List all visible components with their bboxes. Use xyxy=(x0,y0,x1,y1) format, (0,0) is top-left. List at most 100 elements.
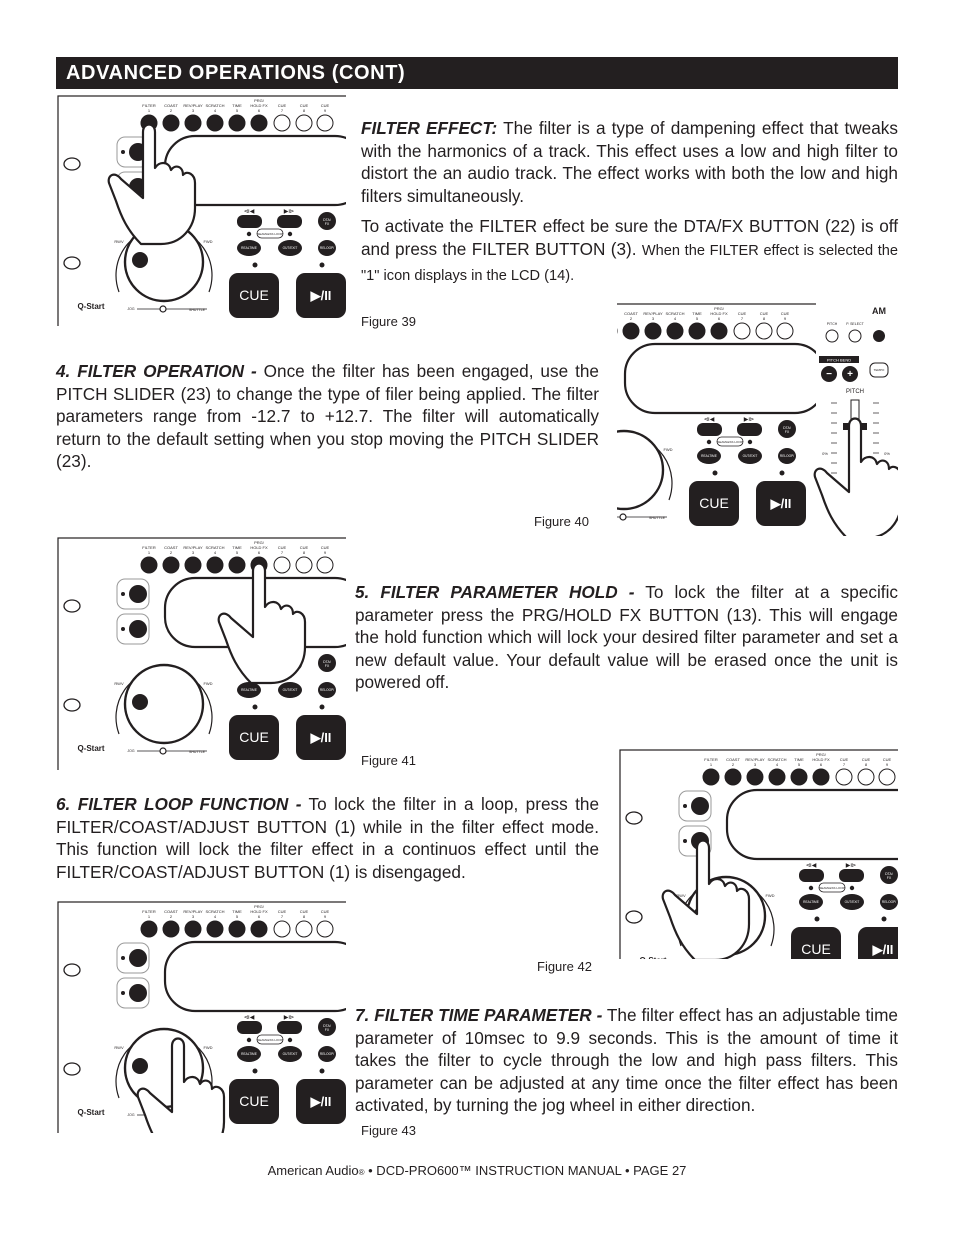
jog-wheel xyxy=(617,429,665,511)
dta-fx-label: FX xyxy=(785,430,790,434)
top-button xyxy=(184,114,202,132)
top-button xyxy=(140,920,158,938)
pitch-button xyxy=(825,329,839,343)
top-button xyxy=(295,114,313,132)
button-number: 8 xyxy=(303,914,306,919)
shuttle-label: SHUTTLE xyxy=(649,516,666,520)
button-number: 9 xyxy=(784,316,787,321)
mounting-hole xyxy=(63,1062,81,1076)
led-dot xyxy=(747,439,753,445)
memory-button xyxy=(129,949,147,967)
top-button xyxy=(273,920,291,938)
top-button xyxy=(273,556,291,574)
button-number: 5 xyxy=(236,914,239,919)
button-number: 3 xyxy=(192,914,195,919)
button-number: 7 xyxy=(843,762,846,767)
top-button xyxy=(812,768,830,786)
seamless-loop-label: SEAMLESS LOOP xyxy=(819,886,844,890)
in-realtime-label: REALTIME xyxy=(803,900,819,904)
jog-wheel-dot xyxy=(132,252,148,268)
cue-label: CUE xyxy=(699,495,729,511)
led-dot xyxy=(287,231,293,237)
button-number: 9 xyxy=(324,108,327,113)
top-button xyxy=(710,322,728,340)
button-number: 2 xyxy=(170,914,173,919)
rwv-label: RWV xyxy=(114,239,124,244)
play-pause-label: ▶/II xyxy=(310,730,332,745)
fwd-label: FWD xyxy=(203,239,212,244)
device-panel-drawing: FILTER1COAST2REV/PLAY3SCRATCH4TIME5PRG/H… xyxy=(57,537,346,770)
pointing-hand-icon xyxy=(661,839,751,959)
figure-39-caption: Figure 39 xyxy=(361,314,416,329)
button-number: 1 xyxy=(710,762,713,767)
top-button xyxy=(250,114,268,132)
top-button xyxy=(746,768,764,786)
lcd-display xyxy=(725,788,898,861)
figure-42-caption: Figure 42 xyxy=(537,959,592,974)
dta-fx-label: FX xyxy=(887,876,892,880)
jog-shuttle-switch xyxy=(619,513,627,521)
top-button xyxy=(316,920,334,938)
button-number: 7 xyxy=(741,316,744,321)
device-panel: FILTER1COAST2REV/PLAY3SCRATCH4TIME5PRG/H… xyxy=(617,303,839,536)
led-dot xyxy=(252,262,258,268)
device-panel-drawing: FILTER1COAST2REV/PLAY3SCRATCH4TIME5PRG/H… xyxy=(619,749,898,959)
top-button xyxy=(316,114,334,132)
play-pause-label: ▶/II xyxy=(310,1094,332,1109)
figure-43-illustration: FILTER 1 COAST 2 REV/PLAY 3 SCRATCH 4 TIME 5 PRG/H… xyxy=(57,901,346,1133)
button-number: 9 xyxy=(886,762,889,767)
out-exit-label: OUT/EXIT xyxy=(283,688,298,692)
play-pause-label: ▶/II xyxy=(770,496,792,511)
top-button xyxy=(768,768,786,786)
top-button xyxy=(644,322,662,340)
filter-effect-heading: FILTER EFFECT: xyxy=(361,118,498,138)
led-dot xyxy=(319,1068,325,1074)
button-number: 8 xyxy=(303,550,306,555)
top-button xyxy=(316,556,334,574)
led-dot xyxy=(121,150,125,154)
button-number: 7 xyxy=(281,550,284,555)
prev-track-button xyxy=(697,423,722,436)
top-button xyxy=(206,920,224,938)
button-number: 5 xyxy=(236,108,239,113)
button-number: 4 xyxy=(214,108,217,113)
top-button xyxy=(228,556,246,574)
shuttle-label: SHUTTLE xyxy=(189,750,206,754)
button-number: 2 xyxy=(170,108,173,113)
seamless-loop-label: SEAMLESS LOOP xyxy=(257,1038,282,1042)
filter-time-parameter-heading: 7. FILTER TIME PARAMETER - xyxy=(355,1005,603,1025)
button-number: 3 xyxy=(192,550,195,555)
figure-40-illustration: FILTER1COAST2REV/PLAY3SCRATCH4TIME5PRG/H… xyxy=(617,303,898,536)
footer-text: • DCD-PRO600™ INSTRUCTION MANUAL • PAGE … xyxy=(364,1163,687,1178)
filter-effect-section: FILTER EFFECT: The filter is a type of d… xyxy=(361,117,898,295)
memory-button xyxy=(129,585,147,603)
filter-operation-section: 4. FILTER OPERATION - Once the filter ha… xyxy=(56,360,599,481)
jog-wheel-dot xyxy=(132,1058,148,1074)
mounting-hole xyxy=(625,910,643,924)
mounting-hole xyxy=(625,811,643,825)
mounting-hole xyxy=(63,157,81,171)
lcd-display xyxy=(623,342,827,415)
mounting-hole xyxy=(63,963,81,977)
led-dot xyxy=(246,1037,252,1043)
top-button xyxy=(622,322,640,340)
top-button xyxy=(295,556,313,574)
figure-40-caption: Figure 40 xyxy=(534,514,589,529)
button-number: 3 xyxy=(652,316,655,321)
shuttle-label: SHUTTLE xyxy=(189,308,206,312)
device-panel-drawing: FILTER1COAST2REV/PLAY3SCRATCH4TIME5PRG/H… xyxy=(617,303,898,536)
fwd-label: FWD xyxy=(663,447,672,452)
led-dot xyxy=(246,231,252,237)
button-number: 6 xyxy=(258,108,261,113)
pitch-bend-label: PITCH BEND xyxy=(827,358,851,363)
button-number: 2 xyxy=(630,316,633,321)
led-dot xyxy=(121,956,125,960)
pitch-button-label: PITCH xyxy=(827,322,838,326)
next-track-button xyxy=(277,1021,302,1034)
top-button xyxy=(273,114,291,132)
jog-wheel-dot xyxy=(132,694,148,710)
button-number: 8 xyxy=(763,316,766,321)
cue-label: CUE xyxy=(239,729,269,745)
pitch-select-label: P. SELECT xyxy=(846,322,864,326)
top-button xyxy=(857,768,875,786)
